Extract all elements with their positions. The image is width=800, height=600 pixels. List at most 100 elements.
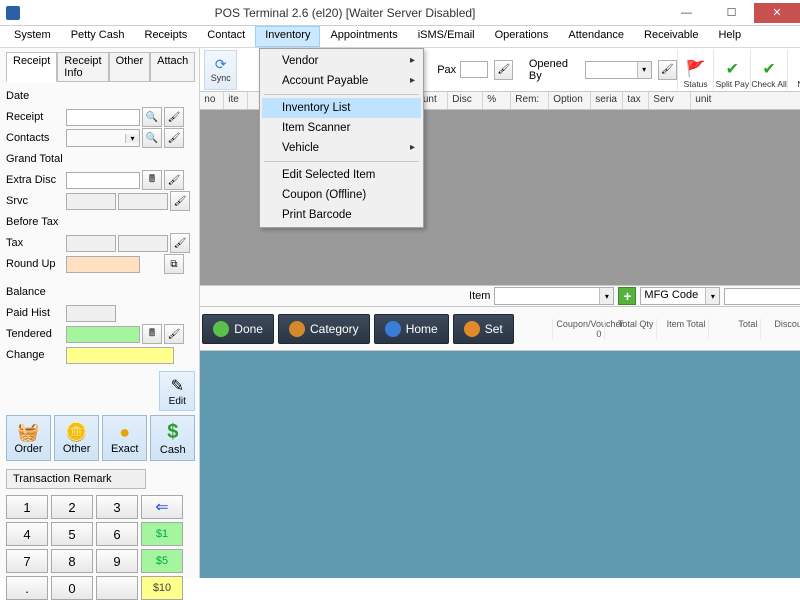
tax-input[interactable]	[66, 235, 116, 252]
col-seria[interactable]: seria	[591, 92, 623, 109]
col-rem[interactable]: Rem:	[511, 92, 549, 109]
srvc-input2[interactable]	[118, 193, 168, 210]
menu-receipts[interactable]: Receipts	[135, 26, 198, 47]
key-dot[interactable]: .	[6, 576, 48, 600]
key-3[interactable]: 3	[96, 495, 138, 519]
tab-other[interactable]: Other	[109, 52, 151, 82]
menu-contact[interactable]: Contact	[197, 26, 255, 47]
brush-icon[interactable]: 🖌	[170, 191, 190, 211]
pax-input[interactable]	[460, 61, 488, 78]
extra-disc-input[interactable]	[66, 172, 140, 189]
done-button[interactable]: Done	[202, 314, 274, 344]
menu-item-coupon-offline[interactable]: Coupon (Offline)	[262, 185, 421, 205]
mfg-code-input[interactable]	[724, 288, 800, 305]
set-button[interactable]: Set	[453, 314, 514, 344]
key-6[interactable]: 6	[96, 522, 138, 546]
change-input[interactable]	[66, 347, 174, 364]
content-area[interactable]	[200, 351, 800, 578]
home-button[interactable]: Home	[374, 314, 449, 344]
key-0[interactable]: 0	[51, 576, 93, 600]
srvc-input[interactable]	[66, 193, 116, 210]
close-button[interactable]: ✕	[754, 3, 800, 23]
key-backspace[interactable]: ⇐	[141, 495, 183, 519]
key-blank[interactable]	[96, 576, 138, 600]
col-ite[interactable]: ite	[224, 92, 248, 109]
brush-icon[interactable]: 🖌	[164, 324, 184, 344]
receipt-input[interactable]	[66, 109, 140, 126]
key-1[interactable]: 1	[6, 495, 48, 519]
other-button[interactable]: 🪙 Other	[54, 415, 99, 461]
brush-icon[interactable]: 🖌	[170, 233, 190, 253]
menu-receivable[interactable]: Receivable	[634, 26, 708, 47]
menu-item-item-scanner[interactable]: Item Scanner	[262, 118, 421, 138]
status-button[interactable]: 🚩 Status	[677, 50, 714, 90]
check-all-button[interactable]: ✔ Check All	[750, 50, 787, 90]
mfg-code-combo[interactable]: MFG Code▾	[640, 287, 720, 305]
menu-inventory[interactable]: Inventory	[255, 26, 320, 47]
menu-item-print-barcode[interactable]: Print Barcode	[262, 205, 421, 225]
maximize-button[interactable]: ☐	[709, 3, 754, 23]
tab-attach[interactable]: Attach	[150, 52, 195, 82]
key-2[interactable]: 2	[51, 495, 93, 519]
add-item-button[interactable]: +	[618, 287, 636, 305]
brush-icon[interactable]: 🖌	[494, 60, 513, 80]
calculator-icon[interactable]: 🖩	[142, 170, 162, 190]
edit-button[interactable]: ✎ Edit	[159, 371, 195, 411]
key-dollar5[interactable]: $5	[141, 549, 183, 573]
new-button[interactable]: $ New	[787, 50, 800, 90]
key-9[interactable]: 9	[96, 549, 138, 573]
order-button[interactable]: 🧺 Order	[6, 415, 51, 461]
menu-item-account-payable[interactable]: Account Payable	[262, 71, 421, 91]
menu-appointments[interactable]: Appointments	[320, 26, 407, 47]
split-pay-button[interactable]: ✔ Split Pay	[713, 50, 750, 90]
col-tax[interactable]: tax	[623, 92, 649, 109]
contacts-combo[interactable]: ▾	[66, 129, 140, 147]
menu-item-edit-selected[interactable]: Edit Selected Item	[262, 165, 421, 185]
col-no[interactable]: no	[200, 92, 224, 109]
category-button[interactable]: Category	[278, 314, 370, 344]
paid-hist-input[interactable]	[66, 305, 116, 322]
tab-receipt-info[interactable]: Receipt Info	[57, 52, 108, 82]
brush-icon[interactable]: 🖌	[164, 170, 184, 190]
menu-isms-email[interactable]: iSMS/Email	[408, 26, 485, 47]
menu-attendance[interactable]: Attendance	[558, 26, 634, 47]
sync-button[interactable]: ⟳ Sync	[204, 50, 237, 90]
col-option[interactable]: Option	[549, 92, 591, 109]
tax-input2[interactable]	[118, 235, 168, 252]
brush-icon[interactable]: 🖌	[658, 60, 677, 80]
tendered-input[interactable]	[66, 326, 140, 343]
menu-petty-cash[interactable]: Petty Cash	[61, 26, 135, 47]
label-extra-disc: Extra Disc	[6, 174, 66, 186]
properties-icon[interactable]: ⧉	[164, 254, 184, 274]
key-dollar1[interactable]: $1	[141, 522, 183, 546]
col-pct[interactable]: %	[483, 92, 511, 109]
cash-button[interactable]: $ Cash	[150, 415, 195, 461]
minimize-button[interactable]: —	[664, 3, 709, 23]
col-disc[interactable]: Disc	[448, 92, 483, 109]
calculator-icon[interactable]: 🖩	[142, 324, 162, 344]
menu-item-inventory-list[interactable]: Inventory List	[262, 98, 421, 118]
brush-icon[interactable]: 🖌	[164, 107, 184, 127]
col-unit[interactable]: unit	[691, 92, 800, 109]
key-7[interactable]: 7	[6, 549, 48, 573]
brush-icon[interactable]: 🖌	[164, 128, 184, 148]
transaction-remark-button[interactable]: Transaction Remark	[6, 469, 146, 489]
menu-system[interactable]: System	[4, 26, 61, 47]
key-dollar10[interactable]: $10	[141, 576, 183, 600]
tab-receipt[interactable]: Receipt	[6, 52, 57, 82]
key-4[interactable]: 4	[6, 522, 48, 546]
exact-button[interactable]: ● Exact	[102, 415, 147, 461]
menu-item-vendor[interactable]: Vendor	[262, 51, 421, 71]
col-serv[interactable]: Serv	[649, 92, 691, 109]
label-opened-by: Opened By	[529, 58, 581, 82]
search-icon[interactable]: 🔍	[142, 107, 162, 127]
menu-operations[interactable]: Operations	[485, 26, 559, 47]
search-icon[interactable]: 🔍	[142, 128, 162, 148]
menu-help[interactable]: Help	[708, 26, 751, 47]
round-up-input[interactable]	[66, 256, 140, 273]
menu-item-vehicle[interactable]: Vehicle	[262, 138, 421, 158]
key-8[interactable]: 8	[51, 549, 93, 573]
opened-by-combo[interactable]: ▾	[585, 61, 652, 79]
item-combo[interactable]: ▾	[494, 287, 614, 305]
key-5[interactable]: 5	[51, 522, 93, 546]
